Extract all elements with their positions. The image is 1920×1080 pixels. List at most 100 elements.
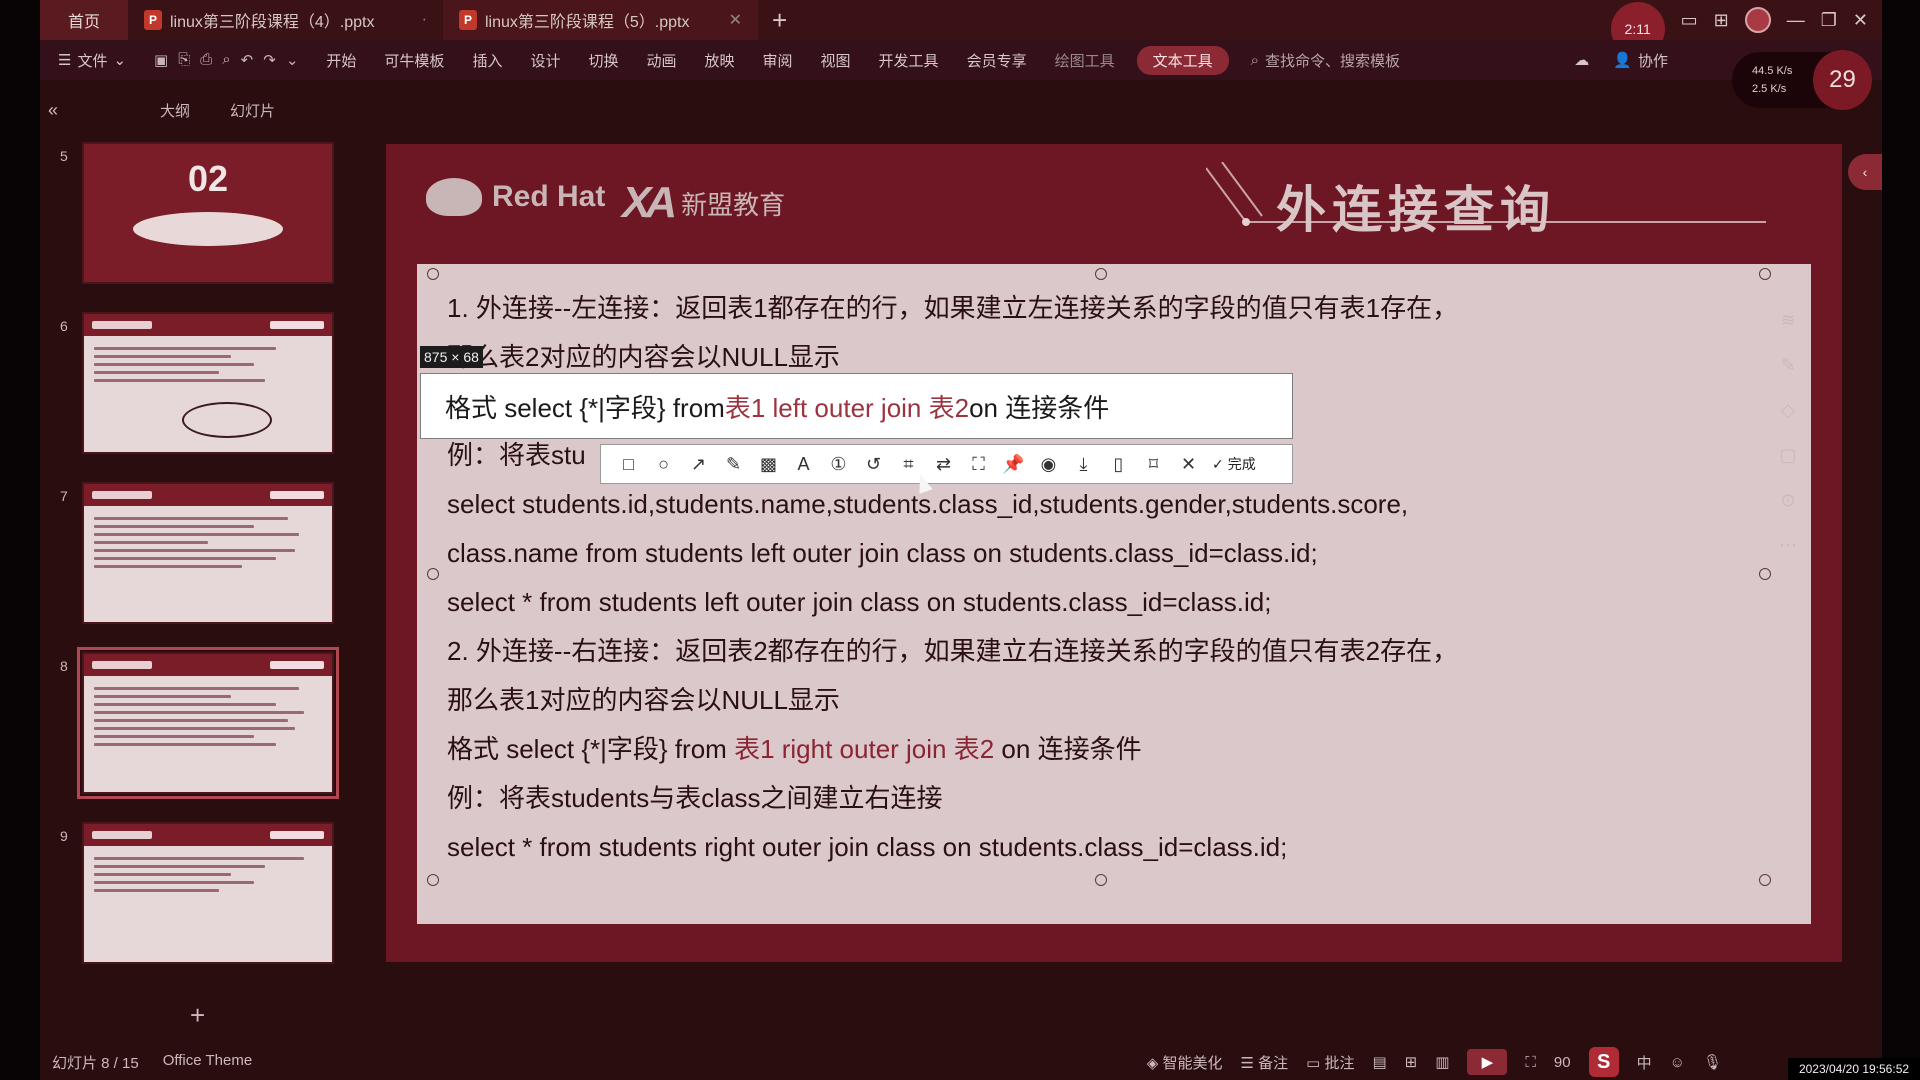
download-icon[interactable]: ⤓ — [1066, 444, 1101, 484]
cloud-icon[interactable]: ☁ — [1564, 51, 1599, 69]
record-icon[interactable]: ◉ — [1031, 444, 1066, 484]
menu-slideshow[interactable]: 放映 — [691, 50, 749, 71]
thumb-title — [270, 321, 324, 329]
rect-icon[interactable]: □ — [611, 444, 646, 484]
menu-design[interactable]: 设计 — [516, 50, 574, 71]
fit-icon[interactable]: ⛶ — [1525, 1054, 1536, 1071]
resize-handle[interactable] — [427, 874, 439, 886]
expand-panel-button[interactable]: ‹ — [1848, 154, 1882, 190]
resize-handle[interactable] — [1095, 874, 1107, 886]
comments-button[interactable]: ▭ 批注 — [1306, 1052, 1354, 1073]
thumbnail-row[interactable]: 7 — [40, 478, 380, 628]
layers-icon[interactable]: ≋ — [1780, 310, 1795, 331]
frame-icon[interactable]: ▢ — [1779, 445, 1796, 466]
slide-thumbnail-6[interactable] — [82, 312, 334, 454]
thumbnail-row[interactable]: 6 — [40, 308, 380, 458]
file-menu[interactable]: ☰ 文件 ⌄ — [40, 50, 140, 71]
layout-icon[interactable]: ▭ — [1681, 10, 1698, 31]
thumbnail-row[interactable]: 9 — [40, 818, 380, 968]
slide-title[interactable]: 外连接查询 — [1276, 170, 1556, 242]
add-slide-button[interactable]: + — [190, 1000, 205, 1031]
pin-icon[interactable]: 📌 — [996, 444, 1031, 484]
tab-close-icon[interactable]: ✕ — [729, 10, 742, 30]
zoom-level[interactable]: 90 — [1554, 1054, 1571, 1071]
menu-member[interactable]: 会员专享 — [953, 50, 1041, 71]
tab-slides[interactable]: 幻灯片 — [210, 100, 295, 121]
menu-text-tools[interactable]: 文本工具 — [1136, 45, 1229, 75]
menu-view[interactable]: 视图 — [807, 50, 865, 71]
done-button[interactable]: ✓ 完成 — [1206, 454, 1256, 474]
document-tab-4[interactable]: P linux第三阶段课程（4）.pptx · — [128, 0, 443, 40]
collapse-panel-icon[interactable]: « — [40, 100, 70, 121]
more-icon[interactable]: ⋯ — [1779, 535, 1797, 556]
resize-handle[interactable] — [1095, 268, 1107, 280]
location-icon[interactable]: ⊙ — [1780, 490, 1795, 511]
slide-thumbnail-7[interactable] — [82, 482, 334, 624]
menu-drawing-tools[interactable]: 绘图工具 — [1041, 50, 1129, 71]
thumbnail-row[interactable]: 8 — [40, 647, 380, 799]
phone-icon[interactable]: ▯ — [1101, 444, 1136, 484]
avatar[interactable] — [1744, 7, 1771, 33]
network-speed-widget: 44.5 K/s 2.5 K/s 29 — [1732, 50, 1872, 110]
menu-developer[interactable]: 开发工具 — [865, 50, 953, 71]
menu-home[interactable]: 开始 — [312, 50, 370, 71]
circle-icon[interactable]: ○ — [646, 444, 681, 484]
number-icon[interactable]: ① — [821, 444, 856, 484]
command-search[interactable]: ⌕ 查找命令、搜索模板 — [1237, 50, 1414, 71]
new-tab-button[interactable]: + — [758, 5, 801, 36]
undo-icon[interactable]: ↺ — [856, 444, 891, 484]
menu-animations[interactable]: 动画 — [632, 50, 690, 71]
menu-templates[interactable]: 可牛模板 — [370, 50, 458, 71]
translate-icon[interactable]: ⇄ — [926, 444, 961, 484]
beautify-button[interactable]: ◈ 智能美化 — [1147, 1052, 1223, 1073]
menu-review[interactable]: 审阅 — [749, 50, 807, 71]
export-icon[interactable]: ⎘ — [178, 51, 190, 69]
capture-selection[interactable]: 格式 select {*|字段} from 表1 left outer join… — [420, 373, 1293, 439]
input-lang[interactable]: 中 — [1637, 1052, 1652, 1073]
preview-icon[interactable]: ⌕ — [222, 51, 230, 69]
pen-icon[interactable]: ✎ — [716, 444, 751, 484]
more-icon[interactable]: ⌄ — [286, 51, 299, 69]
slide-thumbnail-8[interactable] — [77, 647, 339, 799]
slide-thumbnail-9[interactable] — [82, 822, 334, 964]
menu-insert[interactable]: 插入 — [458, 50, 516, 71]
resize-handle[interactable] — [1759, 268, 1771, 280]
redo-icon[interactable]: ↷ — [263, 51, 276, 69]
menu-transitions[interactable]: 切换 — [574, 50, 632, 71]
text-line: 例：将表students与表class之间建立右连接 — [447, 783, 943, 813]
restore-icon[interactable]: ❐ — [1821, 10, 1837, 31]
arrow-icon[interactable]: ↗ — [681, 444, 716, 484]
minimize-icon[interactable]: — — [1787, 10, 1805, 31]
scroll-capture-icon[interactable]: ⛶ — [961, 444, 996, 484]
sorter-view-icon[interactable]: ⊞ — [1405, 1053, 1418, 1071]
thumbnail-row[interactable]: 5 02 — [40, 138, 380, 288]
tab-close-icon[interactable]: · — [422, 11, 427, 29]
resize-handle[interactable] — [1759, 874, 1771, 886]
print-icon[interactable]: ⎙ — [200, 51, 212, 69]
mosaic-icon[interactable]: ▩ — [751, 444, 786, 484]
notes-button[interactable]: ☰ 备注 — [1240, 1052, 1288, 1073]
tab-outline[interactable]: 大纲 — [140, 100, 210, 121]
emoji-icon[interactable]: ☺ — [1670, 1054, 1685, 1071]
home-tab[interactable]: 首页 — [40, 0, 128, 40]
text-icon[interactable]: A — [786, 444, 821, 484]
close-icon[interactable]: ✕ — [1853, 10, 1868, 31]
resize-handle[interactable] — [427, 568, 439, 580]
eraser-icon[interactable]: ◇ — [1781, 400, 1795, 421]
close-icon[interactable]: ✕ — [1171, 444, 1206, 484]
save-icon[interactable]: ▣ — [154, 51, 168, 69]
edit-icon[interactable]: ✎ — [1780, 355, 1795, 376]
reading-view-icon[interactable]: ▥ — [1435, 1053, 1449, 1071]
mic-icon[interactable]: 🎙 — [1703, 1053, 1722, 1071]
undo-icon[interactable]: ↶ — [241, 51, 254, 69]
resize-handle[interactable] — [427, 268, 439, 280]
collab-button[interactable]: 👤 协作 — [1599, 50, 1682, 71]
normal-view-icon[interactable]: ▤ — [1372, 1053, 1386, 1071]
slide-canvas[interactable]: Red Hat XA 新盟教育 外连接查询 1. 外连接--左连接：返回表1都存… — [386, 144, 1842, 962]
grid-icon[interactable]: ⊞ — [1714, 10, 1729, 31]
text-box[interactable]: 1. 外连接--左连接：返回表1都存在的行，如果建立左连接关系的字段的值只有表1… — [417, 264, 1811, 924]
document-tab-5[interactable]: P linux第三阶段课程（5）.pptx ✕ — [443, 0, 758, 40]
bookmark-icon[interactable]: ⌑ — [1136, 444, 1171, 484]
slide-thumbnail-5[interactable]: 02 — [82, 142, 334, 284]
play-slideshow-button[interactable]: ▶ — [1467, 1049, 1508, 1075]
